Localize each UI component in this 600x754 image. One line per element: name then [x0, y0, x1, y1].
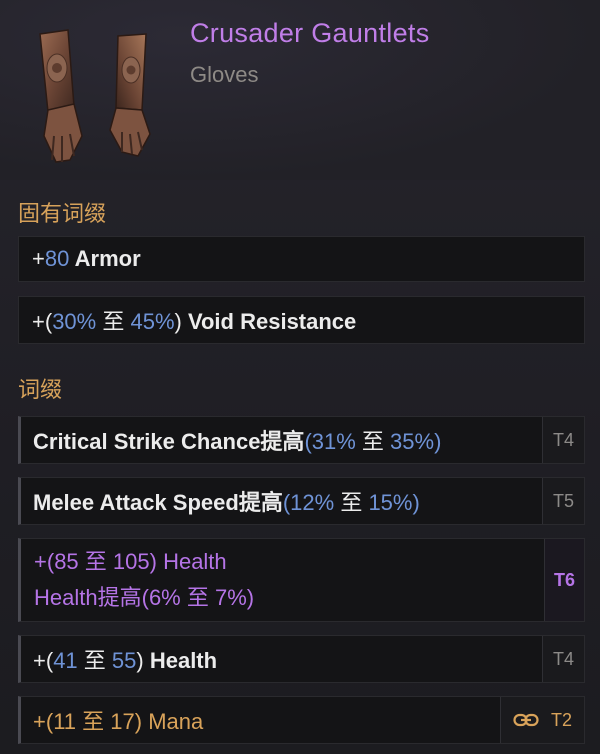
range-max: 35% — [390, 429, 435, 454]
range-separator: 至 — [96, 309, 131, 334]
range-max: 55 — [111, 648, 137, 673]
tier-badge: T4 — [542, 417, 584, 463]
item-header: Crusader Gauntlets Gloves — [0, 0, 600, 180]
affix-row-health: +(41 至 55) Health T4 — [18, 635, 585, 683]
affix-row-set-health: +(85 至 105) Health Health提高(6% 至 7%) T6 — [18, 538, 585, 622]
affix-line-2: Health提高(6% 至 7%) — [21, 580, 254, 616]
range-open: +( — [33, 648, 54, 673]
range-separator: 至 — [334, 490, 369, 515]
implicit-prefix: +( — [32, 309, 53, 334]
range-min: 11 — [53, 709, 77, 734]
implicit-row-armor: +80 Armor — [18, 236, 585, 282]
affix-label: Health提高 — [34, 585, 142, 610]
range-min: 41 — [53, 648, 78, 673]
item-type: Gloves — [190, 62, 259, 87]
range-open: +( — [34, 549, 55, 574]
range-min: 31% — [311, 429, 356, 454]
item-tooltip: Crusader Gauntlets Gloves 固有词缀 +80 Armor… — [0, 0, 600, 754]
implicit-label: Armor — [69, 246, 141, 271]
link-icon — [513, 713, 539, 727]
range-close: ) — [412, 490, 420, 515]
implicit-section-title: 固有词缀 — [18, 201, 107, 226]
tier-badge: T6 — [544, 539, 584, 621]
range-close: ) — [136, 648, 144, 673]
affix-row-melee-attack-speed: Melee Attack Speed提高(12% 至 15%) T5 — [18, 477, 585, 525]
affix-line-1: +(85 至 105) Health — [21, 544, 227, 580]
implicit-row-void-resistance: +(30% 至 45%) Void Resistance — [18, 296, 585, 344]
range-open: ( — [304, 429, 312, 454]
range-separator: 至 — [78, 549, 113, 574]
gauntlets-icon — [39, 29, 151, 163]
range-close: ) — [149, 549, 157, 574]
range-min: 6% — [148, 585, 181, 610]
range-open: +( — [33, 709, 54, 734]
affix-row-crit-chance: Critical Strike Chance提高(31% 至 35%) T4 — [18, 416, 585, 464]
affix-label: Health — [143, 648, 218, 673]
range-close: ) — [246, 585, 255, 610]
range-close: ) — [134, 709, 143, 734]
range-min: 12% — [290, 490, 335, 515]
affix-label: Mana — [142, 709, 204, 734]
range-max: 105 — [112, 549, 150, 574]
range-separator: 至 — [180, 585, 215, 610]
range-close: ) — [174, 309, 182, 334]
tier-badge: T4 — [542, 636, 584, 682]
range-separator: 至 — [76, 709, 111, 734]
tier-label: T2 — [550, 709, 572, 730]
range-separator: 至 — [355, 429, 391, 454]
range-min: 85 — [54, 549, 79, 574]
range-min: 30% — [52, 309, 97, 334]
affix-label: Melee Attack Speed提高 — [33, 490, 283, 515]
affix-label: Critical Strike Chance提高 — [33, 429, 305, 454]
range-close: ) — [434, 429, 442, 454]
implicit-prefix: + — [32, 246, 45, 271]
range-max: 45% — [130, 309, 175, 334]
affix-row-mana: +(11 至 17) Mana T2 — [18, 696, 585, 744]
item-name: Crusader Gauntlets — [190, 18, 430, 48]
implicit-value: 80 — [44, 246, 70, 271]
implicit-label: Void Resistance — [181, 309, 357, 334]
tier-badge: T2 — [500, 697, 584, 743]
range-max: 7% — [214, 585, 247, 610]
tier-badge: T5 — [542, 478, 584, 524]
affix-label: Health — [156, 549, 227, 574]
range-separator: 至 — [77, 648, 112, 673]
range-max: 15% — [368, 490, 413, 515]
affix-section-title: 词缀 — [18, 377, 63, 402]
range-open: ( — [141, 585, 149, 610]
range-max: 17 — [110, 709, 135, 734]
